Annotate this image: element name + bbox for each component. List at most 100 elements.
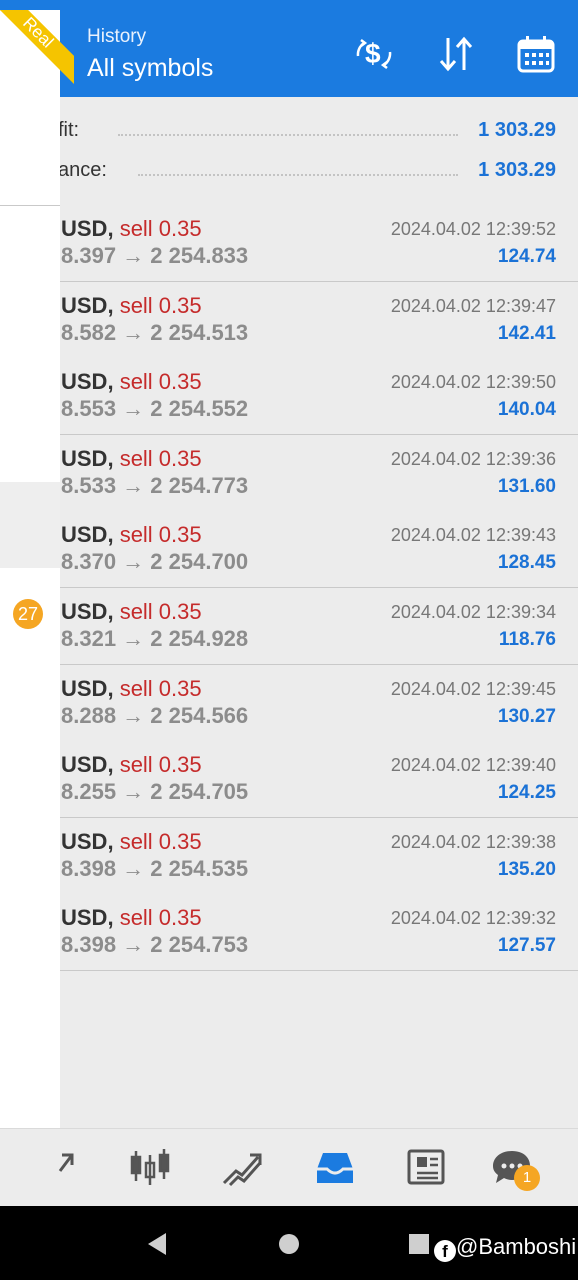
trade-prices: 8.398 → 2 254.753	[61, 932, 249, 958]
sort-icon[interactable]	[436, 34, 476, 74]
trade-prices: 8.397 → 2 254.833	[61, 243, 249, 268]
trade-time: 2024.04.02 12:39:38	[390, 831, 556, 852]
header-subtitle: History	[87, 26, 147, 47]
trade-symbol-name: USD,	[61, 445, 114, 471]
trade-side: sell 0.35	[119, 599, 202, 624]
trade-symbol-name: USD,	[61, 369, 114, 395]
trade-side: sell 0.35	[119, 445, 202, 471]
trade-prices: 8.553 → 2 254.552	[61, 396, 249, 422]
summary-panel: fit: 1 303.29 ance: 1 303.29	[0, 97, 578, 205]
balance-label: ance:	[58, 159, 107, 181]
calendar-icon[interactable]	[516, 34, 556, 74]
watermark: f @Bamboshi	[410, 1234, 576, 1262]
trade-symbol-name: USD,	[61, 828, 114, 854]
trade-symbol: USD, sell 0.35	[61, 369, 202, 395]
home-icon[interactable]	[278, 1233, 300, 1255]
svg-text:$: $	[365, 38, 381, 69]
deposit-icon[interactable]: $	[354, 34, 394, 74]
trade-time: 2024.04.02 12:39:34	[390, 602, 556, 622]
trade-side: sell 0.35	[119, 752, 202, 778]
trade-time: 2024.04.02 12:39:32	[390, 908, 556, 929]
trade-prices: 8.533 → 2 254.773	[61, 472, 249, 498]
trade-profit: 124.25	[497, 782, 556, 804]
trade-profit: 140.04	[497, 399, 556, 421]
trade-prices: 8.398 → 2 254.535	[61, 855, 249, 881]
drawer-divider	[0, 205, 60, 206]
system-navigation-bar: f @Bamboshi	[0, 1206, 578, 1280]
bottom-navigation: 1	[0, 1128, 578, 1207]
watermark-text: @Bamboshi	[456, 1234, 577, 1259]
trade-symbol-name: USD,	[61, 675, 114, 701]
side-drawer[interactable]: 27	[0, 10, 60, 1206]
trade-row[interactable]: USD, sell 0.35 8.370 → 2 254.700 2024.04.0…	[0, 511, 578, 589]
news-icon[interactable]	[405, 1147, 449, 1187]
trade-profit: 118.76	[498, 629, 556, 650]
trade-symbol-name: USD,	[61, 292, 114, 318]
trade-time: 2024.04.02 12:39:50	[390, 372, 556, 393]
trade-prices: 8.255 → 2 254.705	[61, 779, 249, 805]
drawer-selected-item[interactable]	[0, 482, 60, 568]
trade-row[interactable]: USD, sell 0.35 8.582 → 2 254.513 2024.04.0…	[0, 281, 578, 359]
trade-time: 2024.04.02 12:39:40	[390, 755, 556, 776]
trade-symbol-name: USD,	[61, 905, 114, 931]
trade-symbol: USD, sell 0.35	[61, 752, 202, 778]
trade-prices: 8.288 → 2 254.566	[61, 702, 249, 728]
trade-row[interactable]: USD, sell 0.35 8.321 → 2 254.928 2024.04.0…	[0, 588, 578, 665]
trade-symbol: USD, sell 0.35	[61, 216, 202, 242]
trade-time: 2024.04.02 12:39:36	[390, 448, 556, 469]
trade-symbol-name: USD,	[61, 216, 114, 241]
trade-symbol-name: USD,	[61, 599, 114, 624]
trade-row[interactable]: USD, sell 0.35 8.398 → 2 254.535 2024.04.0…	[0, 817, 578, 895]
trade-row[interactable]: USD, sell 0.35 8.398 → 2 254.753 2024.04.0…	[0, 894, 578, 972]
facebook-icon: f	[434, 1240, 456, 1262]
chat-badge: 1	[514, 1165, 540, 1191]
trade-side: sell 0.35	[119, 216, 202, 241]
profit-value: 1 303.29	[478, 119, 556, 141]
trade-symbol: USD, sell 0.35	[61, 293, 202, 319]
real-account-ribbon: Real	[0, 10, 74, 84]
trade-symbol: USD, sell 0.35	[61, 599, 202, 625]
trade-time: 2024.04.02 12:39:43	[390, 525, 556, 546]
trade-symbol-name: USD,	[61, 522, 114, 548]
trade-profit: 130.27	[497, 705, 556, 727]
trade-time: 2024.04.02 12:39:47	[390, 295, 556, 316]
back-icon[interactable]	[146, 1232, 168, 1256]
trade-symbol: USD, sell 0.35	[61, 905, 202, 931]
trade-icon[interactable]	[220, 1147, 264, 1187]
trade-side: sell 0.35	[119, 292, 202, 318]
profit-dots	[118, 134, 458, 136]
trade-side: sell 0.35	[119, 369, 202, 395]
profit-label: fit:	[58, 119, 80, 141]
trade-time: 2024.04.02 12:39:52	[390, 219, 556, 239]
header-title[interactable]: All symbols	[87, 54, 213, 83]
trade-side: sell 0.35	[119, 828, 202, 854]
trade-symbol: USD, sell 0.35	[61, 676, 202, 702]
trade-symbol: USD, sell 0.35	[61, 522, 202, 548]
trade-profit: 124.74	[497, 246, 556, 267]
trade-profit: 128.45	[497, 552, 556, 574]
trade-side: sell 0.35	[119, 675, 202, 701]
history-icon[interactable]	[313, 1147, 357, 1187]
trade-symbol: USD, sell 0.35	[61, 446, 202, 472]
balance-dots	[138, 174, 458, 176]
trade-row[interactable]: USD, sell 0.35 8.553 → 2 254.552 2024.04.0…	[0, 358, 578, 436]
trade-prices: 8.582 → 2 254.513	[61, 319, 249, 345]
trade-profit: 135.20	[497, 858, 556, 880]
chart-candles-icon[interactable]	[128, 1147, 172, 1187]
trade-symbol: USD, sell 0.35	[61, 829, 202, 855]
trade-row[interactable]: USD, sell 0.35 8.397 → 2 254.833 2024.04.0…	[0, 205, 578, 282]
trade-profit: 131.60	[497, 475, 556, 497]
trade-profit: 142.41	[497, 322, 556, 344]
app-header: History All symbols $	[0, 0, 578, 97]
trade-time: 2024.04.02 12:39:45	[390, 678, 556, 699]
trade-symbol-name: USD,	[61, 752, 114, 778]
trade-side: sell 0.35	[119, 522, 202, 548]
trade-row[interactable]: USD, sell 0.35 8.288 → 2 254.566 2024.04.0…	[0, 664, 578, 742]
trade-row[interactable]: USD, sell 0.35 8.255 → 2 254.705 2024.04.0…	[0, 741, 578, 819]
trade-prices: 8.321 → 2 254.928	[61, 626, 249, 651]
trade-side: sell 0.35	[119, 905, 202, 931]
trade-row[interactable]: USD, sell 0.35 8.533 → 2 254.773 2024.04.0…	[0, 434, 578, 512]
notification-badge: 27	[13, 599, 43, 629]
quotes-icon[interactable]	[46, 1147, 90, 1187]
balance-value: 1 303.29	[478, 159, 556, 181]
